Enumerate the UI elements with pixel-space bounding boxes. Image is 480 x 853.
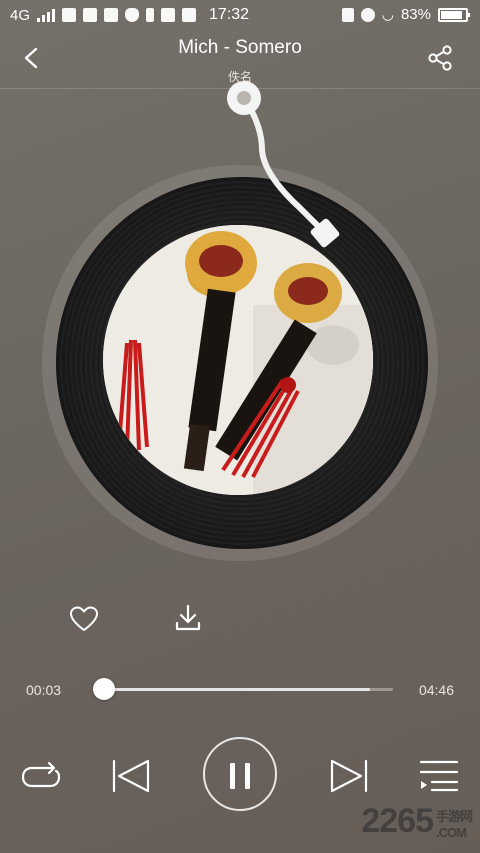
notification-icon [161,8,176,22]
battery-icon [438,7,470,22]
battery-percent: 83% [400,6,431,23]
elapsed-time: 00:03 [26,682,62,698]
signal-icon [37,8,56,22]
header-divider [0,88,480,89]
total-duration: 04:46 [418,682,454,698]
mute-icon [341,7,354,22]
pause-button[interactable] [203,737,277,811]
watermark-domain: .COM [435,825,467,840]
buffer-bar [101,688,370,691]
progress-thumb[interactable] [93,678,116,700]
status-clock: 17:32 [209,6,250,23]
usb-icon [146,8,155,22]
skip-next-icon [330,759,368,793]
watermark-text: 2265 [361,802,434,840]
network-type: 4G [10,6,31,24]
wifi-icon: ◡ [381,6,394,22]
album-art-image [103,225,373,495]
next-button[interactable] [329,758,369,794]
playlist-icon [419,760,459,792]
status-bar: 4G 17:32 ◡ 83% [0,0,480,32]
repeat-button[interactable] [20,760,62,794]
album-cover [103,225,373,495]
notification-icon [182,8,197,22]
progress-track[interactable] [101,688,393,691]
share-button[interactable] [426,44,454,72]
previous-button[interactable] [111,758,151,794]
repeat-icon [21,761,61,788]
share-icon [428,45,452,71]
skip-previous-icon [112,759,150,793]
alarm-icon [360,7,375,22]
like-button[interactable] [69,605,99,633]
song-title: Mich - Somero [178,37,302,58]
artist-name: 佚名 [227,70,252,84]
download-button[interactable] [174,603,202,633]
shield-icon [125,8,140,22]
notification-icon [62,8,77,22]
watermark-suffix: 手游网 [435,809,473,824]
pause-icon [230,763,235,789]
heart-icon [70,606,98,631]
pause-icon [245,763,250,789]
notification-icon [83,8,98,22]
watermark-logo: 2265 手游网 .COM [361,802,473,841]
download-icon [175,604,201,631]
playlist-button[interactable] [418,759,460,793]
notification-icon [104,8,119,22]
